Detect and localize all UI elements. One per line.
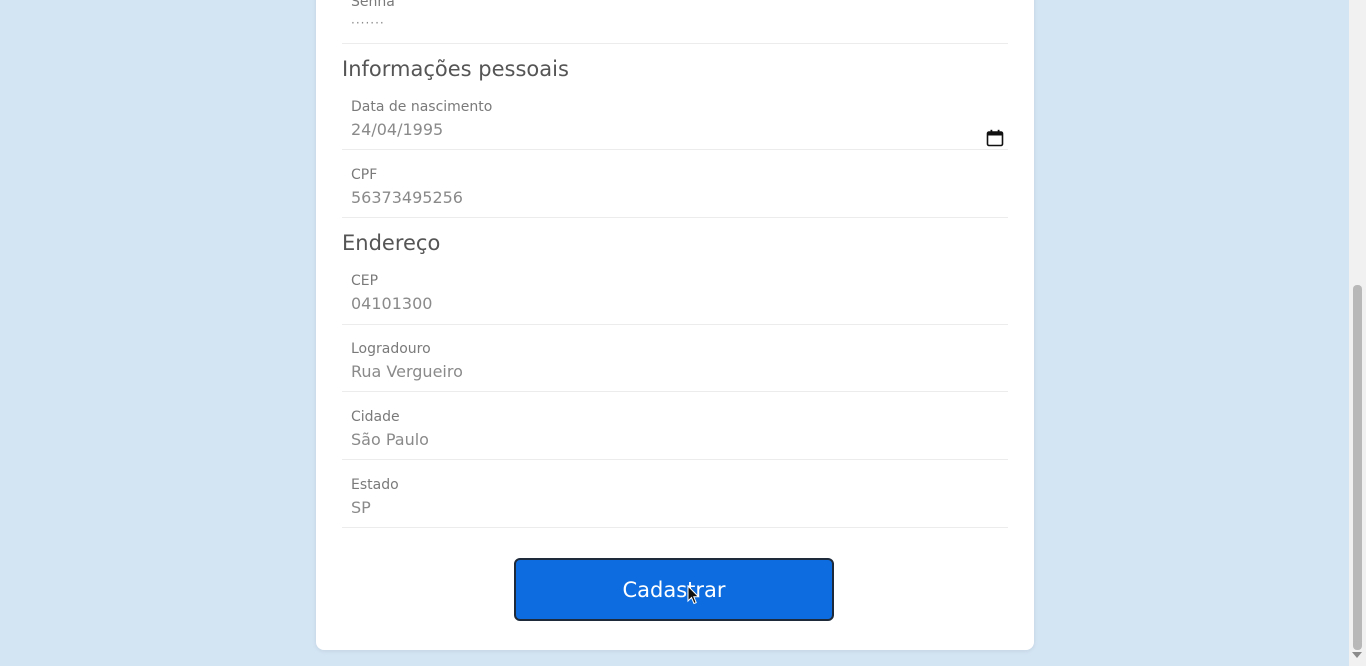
cpf-field[interactable]: CPF 56373495256 (342, 163, 1008, 218)
password-label: Senha (351, 0, 395, 10)
vertical-scrollbar[interactable] (1349, 0, 1366, 666)
scroll-down-arrow-icon[interactable] (1352, 652, 1362, 658)
logradouro-field[interactable]: Logradouro Rua Vergueiro (342, 337, 1008, 392)
cidade-value: São Paulo (351, 430, 429, 449)
birthdate-value: 24/04/1995 (351, 120, 444, 139)
cidade-label: Cidade (351, 409, 400, 425)
calendar-icon[interactable] (986, 129, 1004, 147)
estado-field[interactable]: Estado SP (342, 473, 1008, 528)
cpf-label: CPF (351, 167, 378, 183)
logradouro-label: Logradouro (351, 341, 431, 357)
cpf-value: 56373495256 (351, 188, 463, 207)
birthdate-label: Data de nascimento (351, 99, 493, 115)
estado-label: Estado (351, 477, 399, 493)
cep-field[interactable]: CEP 04101300 (342, 269, 1008, 325)
cidade-field[interactable]: Cidade São Paulo (342, 405, 1008, 460)
logradouro-value: Rua Vergueiro (351, 362, 463, 381)
page: Senha ······· Informações pessoais Data … (0, 0, 1366, 666)
cep-label: CEP (351, 273, 379, 289)
password-value: ······· (351, 16, 385, 30)
birthdate-field[interactable]: Data de nascimento 24/04/1995 (342, 95, 1008, 150)
address-section-title: Endereço (342, 231, 441, 255)
cep-value: 04101300 (351, 294, 433, 313)
registration-form-card: Senha ······· Informações pessoais Data … (316, 0, 1034, 650)
password-field[interactable]: Senha ······· (342, 0, 1008, 44)
scrollbar-thumb[interactable] (1353, 285, 1362, 650)
mouse-pointer-icon (687, 585, 700, 605)
personal-info-section-title: Informações pessoais (342, 57, 569, 81)
estado-value: SP (351, 498, 371, 517)
cadastrar-button[interactable]: Cadastrar (514, 558, 834, 621)
